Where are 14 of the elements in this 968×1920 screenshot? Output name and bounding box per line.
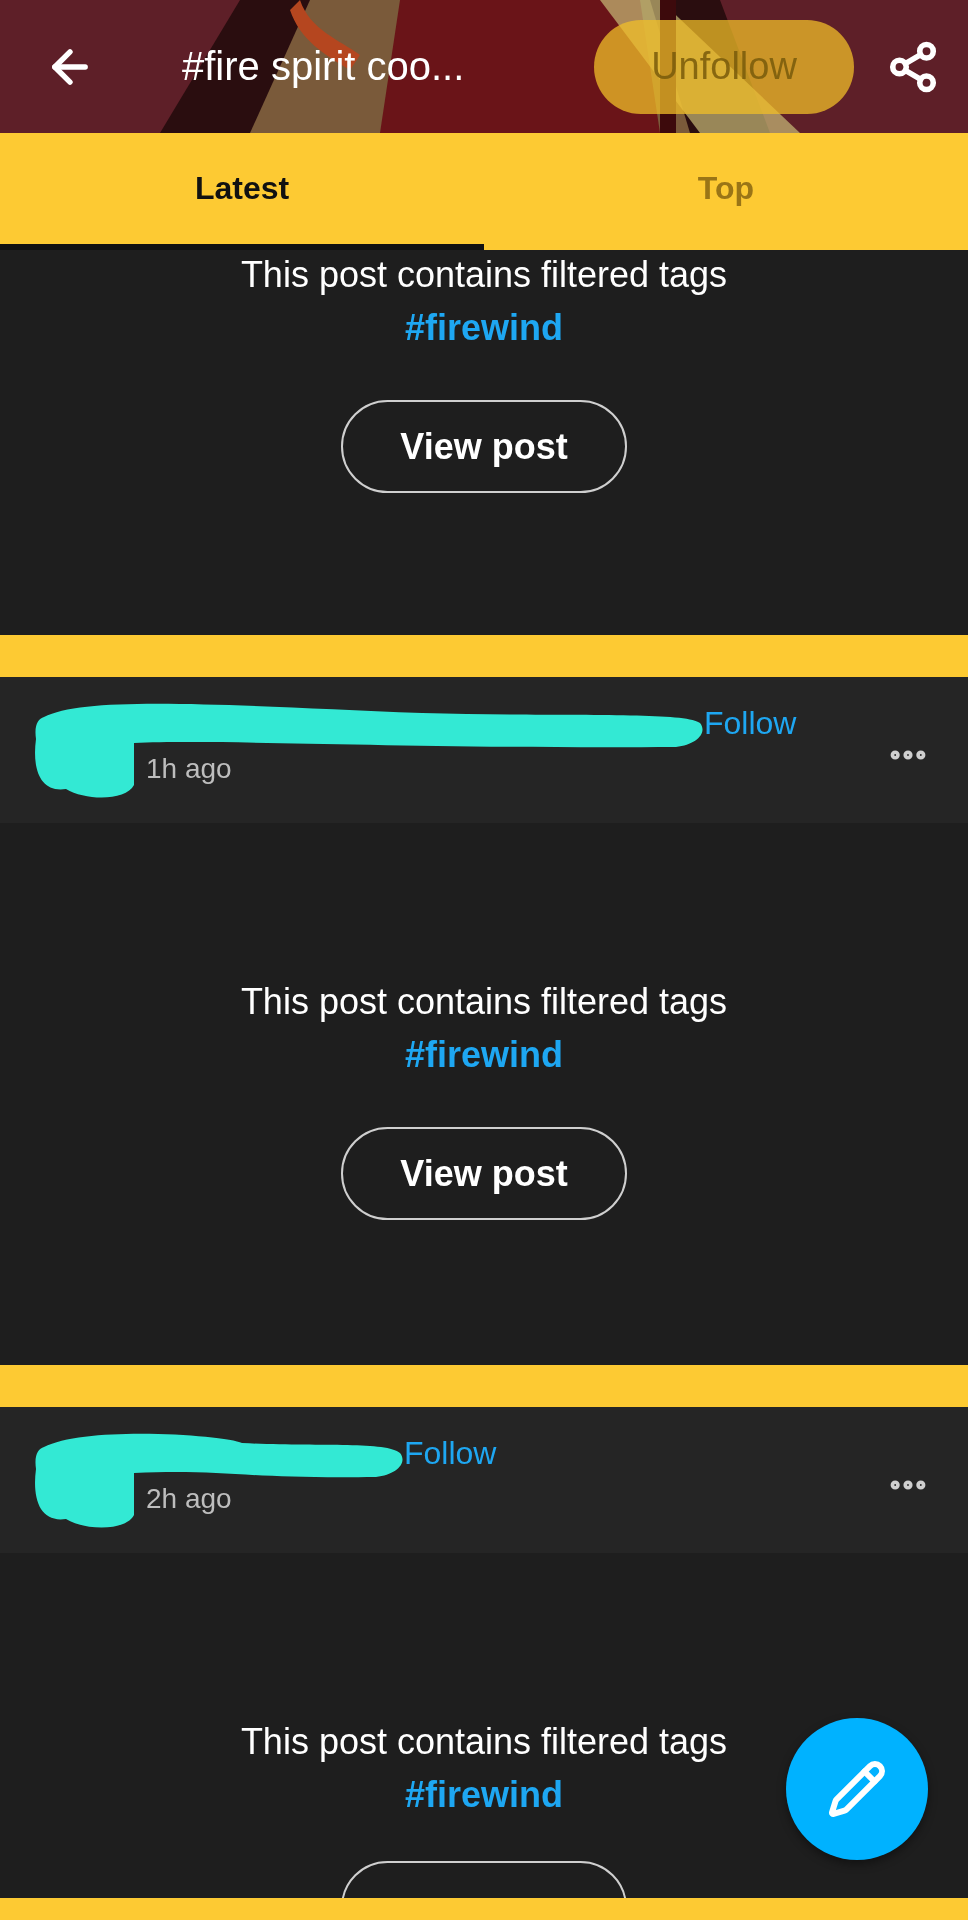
- follow-link[interactable]: Follow: [404, 1435, 497, 1472]
- pencil-icon: [827, 1759, 887, 1819]
- filtered-notice: This post contains filtered tags: [240, 253, 728, 297]
- tag-link[interactable]: #firewind: [405, 298, 563, 358]
- tag-link[interactable]: #firewind: [405, 1025, 563, 1085]
- filtered-notice: This post contains filtered tags: [240, 1720, 728, 1764]
- tag-link[interactable]: #firewind: [405, 1765, 563, 1825]
- view-post-button[interactable]: View post: [341, 400, 627, 493]
- follow-link[interactable]: Follow: [704, 705, 797, 742]
- post-time: 1h ago: [146, 753, 232, 785]
- tag-title: #fire spirit coo...: [182, 44, 466, 89]
- post-time: 2h ago: [146, 1483, 232, 1515]
- view-post-button[interactable]: View post: [341, 1127, 627, 1220]
- filtered-notice: This post contains filtered tags: [240, 980, 728, 1024]
